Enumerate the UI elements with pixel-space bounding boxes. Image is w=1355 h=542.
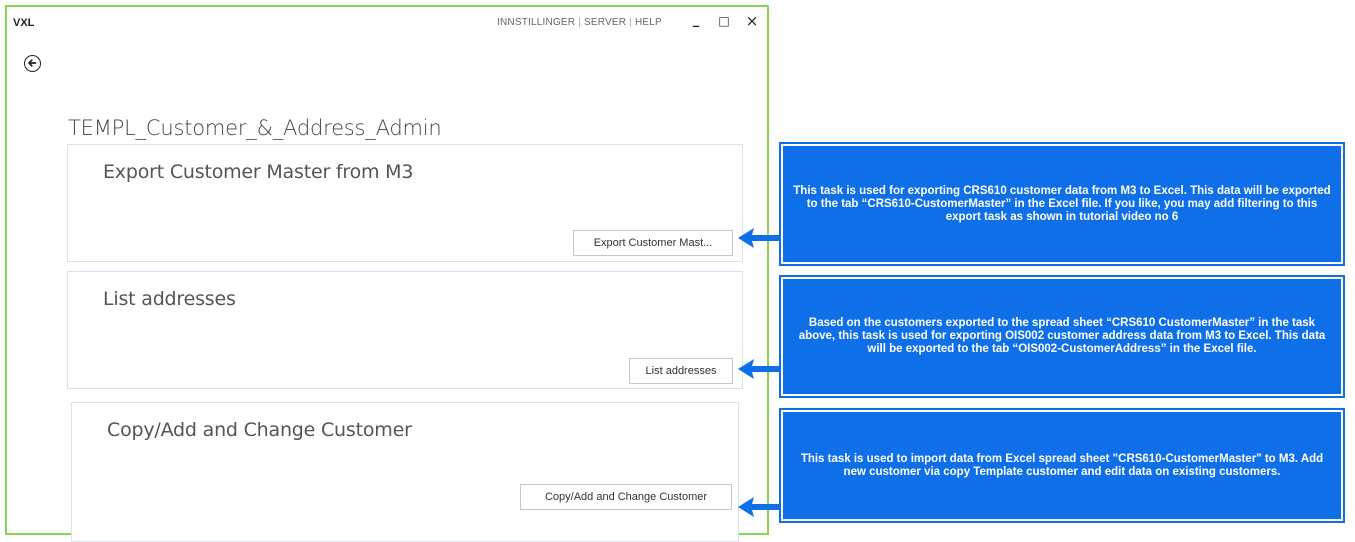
menu-help[interactable]: HELP — [635, 17, 662, 28]
callout-copy-add-change: This task is used to import data from Ex… — [779, 408, 1345, 523]
app-name: VXL — [13, 17, 35, 29]
menu-separator: | — [629, 17, 632, 28]
card-title: List addresses — [103, 288, 236, 310]
menu-server[interactable]: SERVER — [584, 17, 626, 28]
callout-list-addresses: Based on the customers exported to the s… — [779, 275, 1345, 398]
menu-separator: | — [578, 17, 581, 28]
task-card-copy-add-change-customer: Copy/Add and Change Customer Copy/Add an… — [71, 402, 739, 542]
page-title: TEMPL_Customer_&_Address_Admin — [68, 116, 442, 140]
callout-arrow-2 — [738, 359, 780, 379]
callout-arrow-1 — [738, 228, 780, 248]
task-card-export-customer: Export Customer Master from M3 Export Cu… — [67, 144, 743, 262]
back-button[interactable] — [24, 55, 41, 72]
card-title: Copy/Add and Change Customer — [107, 419, 412, 441]
menu-settings[interactable]: INNSTILLINGER — [497, 17, 575, 28]
close-button[interactable]: × — [743, 13, 761, 29]
callout-text: This task is used for exporting CRS610 c… — [793, 184, 1331, 223]
app-window: VXL INNSTILLINGER | SERVER | HELP _ □ × TEMP… — [5, 5, 769, 542]
card-title: Export Customer Master from M3 — [103, 161, 414, 183]
list-addresses-button[interactable]: List addresses — [629, 358, 733, 384]
callout-text: Based on the customers exported to the s… — [798, 317, 1326, 355]
callout-text: This task is used to import data from Ex… — [800, 452, 1324, 478]
top-menu: INNSTILLINGER | SERVER | HELP — [497, 17, 662, 28]
task-card-list-addresses: List addresses List addresses — [67, 271, 743, 389]
maximize-button[interactable]: □ — [715, 13, 733, 29]
callout-export-customer: This task is used for exporting CRS610 c… — [779, 142, 1345, 266]
callout-arrow-3 — [738, 497, 780, 517]
export-customer-button[interactable]: Export Customer Mast... — [573, 230, 733, 256]
minimize-button[interactable]: _ — [687, 13, 705, 29]
back-arrow-icon — [28, 59, 37, 67]
copy-add-change-customer-button[interactable]: Copy/Add and Change Customer — [520, 484, 732, 510]
